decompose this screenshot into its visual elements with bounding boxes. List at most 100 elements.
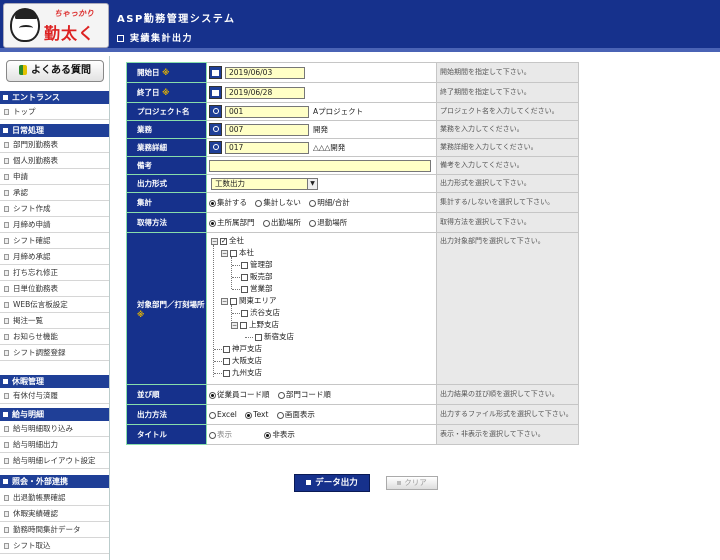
start-date-hint: 開始期間を指定して下さい。: [436, 62, 579, 83]
calendar-icon[interactable]: [209, 66, 222, 79]
clear-button[interactable]: クリア: [386, 476, 438, 490]
checkbox[interactable]: [241, 309, 248, 317]
sidebar: よくある質問 エントランス トップ 日常処理 部門別勤務表 個人別勤務表 申請 …: [0, 56, 110, 560]
calendar-icon[interactable]: [209, 86, 222, 99]
sidebar-item-top[interactable]: トップ: [0, 104, 109, 120]
section-title: 照会・外部連携: [12, 477, 68, 486]
tree-node-shibuya[interactable]: 渋谷支店: [241, 308, 280, 318]
acquire-radio-in[interactable]: 出勤場所: [262, 217, 301, 228]
checkbox[interactable]: [223, 357, 230, 365]
work-detail-code-input[interactable]: 017: [225, 141, 309, 154]
sidebar-item[interactable]: WEB伝言板設定: [0, 297, 109, 313]
sort-radio-employee[interactable]: 従業員コード順: [209, 389, 270, 400]
project-code-input[interactable]: 001: [225, 105, 309, 118]
output-radio-text[interactable]: Text: [245, 410, 268, 419]
collapse-icon[interactable]: −: [211, 237, 218, 245]
tree-label: 管理部: [250, 260, 273, 269]
collapse-icon[interactable]: −: [221, 297, 228, 305]
search-icon[interactable]: [209, 105, 222, 118]
sidebar-item[interactable]: 打ち忘れ修正: [0, 265, 109, 281]
title-radio-hide[interactable]: 非表示: [264, 429, 295, 440]
checkbox[interactable]: [255, 333, 262, 341]
sidebar-item[interactable]: シフト取込: [0, 538, 109, 554]
sidebar-item[interactable]: 休暇実績確認: [0, 506, 109, 522]
tree-node-all[interactable]: − 全社: [211, 236, 244, 246]
checkbox-checked[interactable]: [220, 236, 227, 246]
sidebar-item[interactable]: 出退勤帳票確認: [0, 490, 109, 506]
sidebar-item[interactable]: 給与明細取り込み: [0, 421, 109, 437]
page-icon: [4, 254, 9, 260]
tree-node-osaka[interactable]: 大阪支店: [223, 356, 262, 366]
sidebar-item[interactable]: 給与明細出力: [0, 437, 109, 453]
title-cell: 表示 非表示: [206, 424, 437, 445]
start-date-input[interactable]: 2019/06/03: [225, 66, 305, 79]
sidebar-item[interactable]: シフト調整登録: [0, 345, 109, 361]
work-code-input[interactable]: 007: [225, 123, 309, 136]
title-radio-show[interactable]: 表示: [209, 429, 232, 440]
radio-label: 表示: [217, 430, 232, 439]
sidebar-item[interactable]: 個人別勤務表: [0, 153, 109, 169]
tree-node-kanto[interactable]: − 関東エリア: [221, 296, 277, 306]
checkbox[interactable]: [230, 297, 237, 305]
checkbox[interactable]: [241, 261, 248, 269]
aggregate-radio-yes[interactable]: 集計する: [209, 197, 247, 208]
tree-node-kyushu[interactable]: 九州支店: [223, 368, 262, 378]
sidebar-item[interactable]: 給与明細レイアウト設定: [0, 453, 109, 469]
sort-radio-dept[interactable]: 部門コード順: [277, 389, 331, 400]
tree-node-kanri[interactable]: 管理部: [241, 260, 273, 270]
output-radio-screen[interactable]: 画面表示: [276, 409, 315, 420]
sidebar-item[interactable]: お知らせ機能: [0, 329, 109, 345]
faq-button[interactable]: よくある質問: [6, 60, 104, 82]
checkbox[interactable]: [241, 273, 248, 281]
label-text: 終了日: [137, 88, 160, 97]
note-input[interactable]: [209, 159, 431, 172]
checkbox[interactable]: [240, 321, 247, 329]
square-icon: [117, 35, 124, 42]
tree-line: [232, 289, 240, 290]
sidebar-item[interactable]: 掲注一覧: [0, 313, 109, 329]
output-format-select[interactable]: 工数出力 ▼: [211, 177, 318, 190]
sidebar-item[interactable]: 勤務時間集計データ: [0, 522, 109, 538]
aggregate-radio-no[interactable]: 集計しない: [255, 197, 301, 208]
checkbox[interactable]: [230, 249, 237, 257]
checkbox[interactable]: [223, 369, 230, 377]
tree-node-honsha[interactable]: − 本社: [221, 248, 254, 258]
sidebar-item[interactable]: 日単位勤務表: [0, 281, 109, 297]
acquire-label: 取得方法: [126, 212, 207, 233]
tree-node-kobe[interactable]: 神戸支店: [223, 344, 262, 354]
sidebar-item[interactable]: 部門別勤務表: [0, 137, 109, 153]
acquire-radio-dept[interactable]: 主所属部門: [209, 217, 255, 228]
sidebar-item-label: 休暇実績確認: [13, 509, 58, 518]
checkbox[interactable]: [223, 345, 230, 353]
tree-label: 販売部: [250, 272, 273, 281]
sidebar-item[interactable]: 月締め承認: [0, 249, 109, 265]
sidebar-item[interactable]: 申請: [0, 169, 109, 185]
search-icon[interactable]: [209, 123, 222, 136]
tree-node-ueno[interactable]: − 上野支店: [231, 320, 279, 330]
tree-node-eigyo[interactable]: 営業部: [241, 284, 273, 294]
radio-label: 非表示: [272, 430, 295, 439]
acquire-radio-out[interactable]: 退勤場所: [309, 217, 347, 228]
sidebar-item-label: 打ち忘れ修正: [13, 268, 58, 277]
end-date-input[interactable]: 2019/06/28: [225, 86, 305, 99]
collapse-icon[interactable]: −: [231, 321, 238, 329]
checkbox[interactable]: [241, 285, 248, 293]
tree-node-hanbai[interactable]: 販売部: [241, 272, 273, 282]
tree-node-shinjuku[interactable]: 新宿支店: [255, 332, 294, 342]
sidebar-item-label: シフト作成: [13, 204, 51, 213]
radio-label: 出勤場所: [270, 218, 301, 227]
sidebar-item[interactable]: シフト作成: [0, 201, 109, 217]
output-radio-excel[interactable]: Excel: [209, 410, 237, 419]
main-form-area: 開始日 ※ 2019/06/03 開始期間を指定して下さい。 終了日 ※ 201…: [126, 62, 579, 445]
aggregate-radio-detail[interactable]: 明細/合計: [309, 197, 350, 208]
export-button[interactable]: データ出力: [294, 474, 370, 492]
collapse-icon[interactable]: −: [221, 249, 228, 257]
app-logo[interactable]: ちゃっかり 勤太くん: [3, 3, 109, 48]
required-mark: ※: [162, 88, 170, 97]
sidebar-item[interactable]: 有休付与済履: [0, 388, 109, 404]
page-icon: [4, 190, 9, 196]
sidebar-item[interactable]: 月締め申請: [0, 217, 109, 233]
sidebar-item[interactable]: シフト確認: [0, 233, 109, 249]
search-icon[interactable]: [209, 141, 222, 154]
sidebar-item[interactable]: 承認: [0, 185, 109, 201]
